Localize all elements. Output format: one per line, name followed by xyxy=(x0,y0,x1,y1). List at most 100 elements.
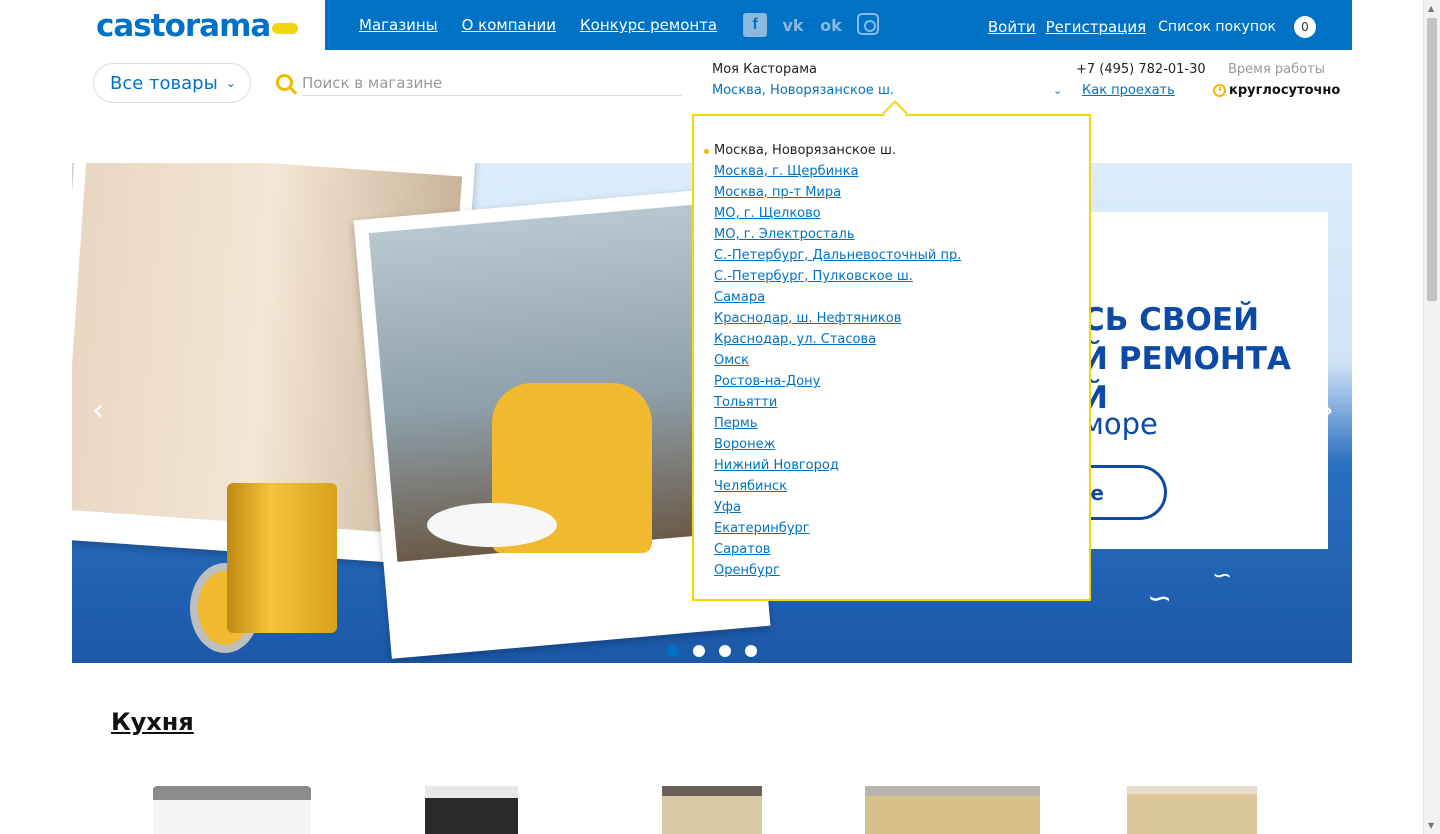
odnoklassniki-icon[interactable]: ok xyxy=(819,13,843,37)
scroll-thumb[interactable] xyxy=(1427,18,1437,301)
clock-icon xyxy=(1213,84,1226,97)
carousel-dots xyxy=(667,645,757,657)
store-item[interactable]: Москва, пр-т Мира xyxy=(714,182,961,203)
store-chevron-down-icon[interactable]: ⌄ xyxy=(1053,84,1062,97)
working-hours-label: Время работы xyxy=(1228,62,1325,77)
carousel-dot[interactable] xyxy=(667,645,679,657)
store-item[interactable]: Пермь xyxy=(714,413,961,434)
page-scrollbar[interactable]: ▲ ▼ xyxy=(1423,0,1440,834)
promo-title-line-2: Й РЕМОНТА xyxy=(1082,341,1291,377)
product-card-image[interactable] xyxy=(865,786,1040,834)
carousel-dot[interactable] xyxy=(693,645,705,657)
store-link[interactable]: Омск xyxy=(714,353,749,368)
store-item[interactable]: Саратов xyxy=(714,539,961,560)
store-item[interactable]: Самара xyxy=(714,287,961,308)
nav-stores-link[interactable]: Магазины xyxy=(359,16,438,34)
store-link[interactable]: МО, г. Щелково xyxy=(714,206,821,221)
store-phone: +7 (495) 782-01-30 xyxy=(1076,62,1206,77)
social-links: f vk ok xyxy=(743,13,879,37)
top-nav: Магазины О компании Конкурс ремонта xyxy=(359,16,717,34)
scroll-down-arrow-icon[interactable]: ▼ xyxy=(1428,821,1434,830)
store-link[interactable]: Москва, пр-т Мира xyxy=(714,185,841,200)
chevron-down-icon: ⌄ xyxy=(225,76,236,90)
store-link[interactable]: С.-Петербург, Пулковское ш. xyxy=(714,269,913,284)
search-icon[interactable] xyxy=(276,74,293,91)
seagull-icon: ∽ xyxy=(1212,561,1233,589)
store-item[interactable]: Екатеринбург xyxy=(714,518,961,539)
section-title-kitchen[interactable]: Кухня xyxy=(111,708,194,736)
store-item[interactable]: С.-Петербург, Дальневосточный пр. xyxy=(714,245,961,266)
store-item[interactable]: МО, г. Электросталь xyxy=(714,224,961,245)
store-item-current: Москва, Новорязанское ш. xyxy=(703,140,961,161)
my-store-label: Моя Касторама xyxy=(712,62,817,77)
store-link[interactable]: Екатеринбург xyxy=(714,521,810,536)
store-item[interactable]: Москва, г. Щербинка xyxy=(714,161,961,182)
logo-dash-icon xyxy=(272,22,299,34)
carousel-prev-arrow-icon[interactable]: ‹ xyxy=(92,393,112,433)
store-item[interactable]: Оренбург xyxy=(714,560,961,581)
working-hours-text: круглосуточно xyxy=(1229,83,1341,98)
nav-about-link[interactable]: О компании xyxy=(462,16,556,34)
store-item[interactable]: МО, г. Щелково xyxy=(714,203,961,224)
store-item[interactable]: Нижний Новгород xyxy=(714,455,961,476)
store-item[interactable]: Воронеж xyxy=(714,434,961,455)
search-input[interactable] xyxy=(302,70,682,96)
shopping-list-link[interactable]: Список покупок xyxy=(1158,19,1276,35)
all-products-label: Все товары xyxy=(110,72,218,94)
product-card-image[interactable] xyxy=(153,786,311,834)
store-link[interactable]: Уфа xyxy=(714,500,741,515)
store-link[interactable]: Нижний Новгород xyxy=(714,458,839,473)
store-item[interactable]: Краснодар, ул. Стасова xyxy=(714,329,961,350)
store-link[interactable]: Саратов xyxy=(714,542,770,557)
store-list: Москва, Новорязанское ш. Москва, г. Щерб… xyxy=(703,140,961,581)
seagull-icon: ∽ xyxy=(1147,581,1173,616)
store-link[interactable]: Ростов-на-Дону xyxy=(714,374,820,389)
store-link[interactable]: МО, г. Электросталь xyxy=(714,227,854,242)
promo-title: СЬ СВОЕЙ Й РЕМОНТА Й xyxy=(1082,301,1291,418)
store-item[interactable]: С.-Петербург, Пулковское ш. xyxy=(714,266,961,287)
cart-count-badge[interactable]: 0 xyxy=(1294,16,1316,38)
store-item[interactable]: Краснодар, ш. Нефтяников xyxy=(714,308,961,329)
logo-text: castorama xyxy=(96,8,271,44)
store-link[interactable]: Москва, г. Щербинка xyxy=(714,164,858,179)
user-links: Войти Регистрация Список покупок 0 xyxy=(988,16,1316,38)
store-dropdown: Москва, Новорязанское ш. Москва, г. Щерб… xyxy=(692,114,1091,601)
working-hours-value: круглосуточно xyxy=(1213,83,1340,98)
all-products-button[interactable]: Все товары ⌄ xyxy=(93,63,251,103)
store-link[interactable]: Краснодар, ш. Нефтяников xyxy=(714,311,901,326)
store-item[interactable]: Уфа xyxy=(714,497,961,518)
paint-can-image xyxy=(227,483,337,633)
directions-link[interactable]: Как проехать xyxy=(1082,83,1175,98)
top-bar: Магазины О компании Конкурс ремонта f vk… xyxy=(325,0,1352,50)
product-card-image[interactable] xyxy=(1127,786,1257,834)
store-item[interactable]: Ростов-на-Дону xyxy=(714,371,961,392)
product-card-image[interactable] xyxy=(662,786,762,834)
logo[interactable]: castorama xyxy=(96,6,299,46)
store-link[interactable]: Воронеж xyxy=(714,437,775,452)
carousel-dot[interactable] xyxy=(719,645,731,657)
carousel-dot[interactable] xyxy=(745,645,757,657)
store-link[interactable]: Оренбург xyxy=(714,563,780,578)
nav-contest-link[interactable]: Конкурс ремонта xyxy=(580,16,717,34)
promo-title-line-1: СЬ СВОЕЙ xyxy=(1082,302,1260,338)
store-link[interactable]: Пермь xyxy=(714,416,758,431)
product-card-image[interactable] xyxy=(425,786,518,834)
login-link[interactable]: Войти xyxy=(988,18,1036,36)
facebook-icon[interactable]: f xyxy=(743,13,767,37)
my-store-selector[interactable]: Москва, Новорязанское ш. xyxy=(712,83,894,98)
carousel-next-arrow-icon[interactable]: › xyxy=(1314,393,1334,433)
scroll-up-arrow-icon[interactable]: ▲ xyxy=(1428,4,1434,13)
table-image xyxy=(427,503,557,547)
store-item[interactable]: Тольятти xyxy=(714,392,961,413)
register-link[interactable]: Регистрация xyxy=(1046,18,1147,36)
vk-icon[interactable]: vk xyxy=(781,13,805,37)
store-link[interactable]: Краснодар, ул. Стасова xyxy=(714,332,876,347)
instagram-icon[interactable] xyxy=(857,13,879,35)
store-link[interactable]: С.-Петербург, Дальневосточный пр. xyxy=(714,248,961,263)
store-link[interactable]: Самара xyxy=(714,290,765,305)
promo-subtitle: море xyxy=(1082,407,1158,441)
store-item[interactable]: Челябинск xyxy=(714,476,961,497)
store-link[interactable]: Тольятти xyxy=(714,395,777,410)
store-link[interactable]: Челябинск xyxy=(714,479,787,494)
store-item[interactable]: Омск xyxy=(714,350,961,371)
